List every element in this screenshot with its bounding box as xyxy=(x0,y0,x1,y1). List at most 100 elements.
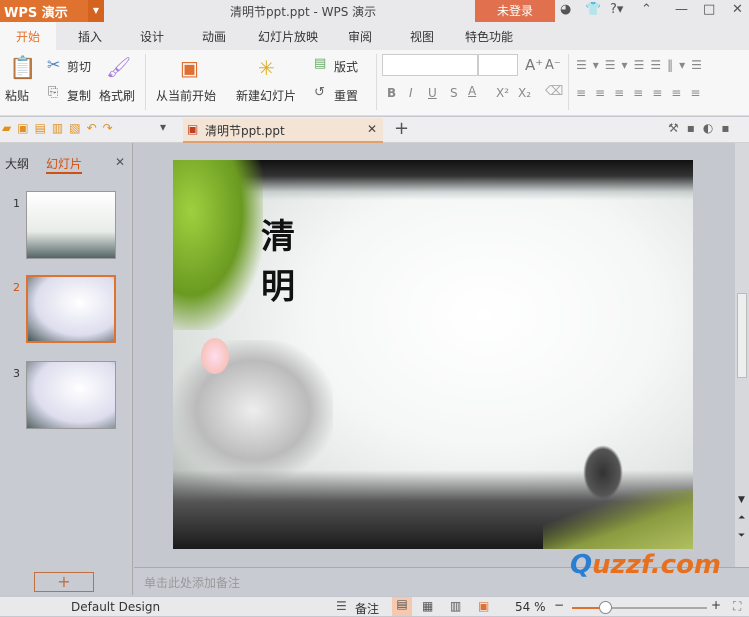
paste-button[interactable]: 粘贴 xyxy=(5,87,29,104)
tab-view[interactable]: 视图 xyxy=(410,28,434,45)
collapse-ribbon-icon[interactable]: ⌃ xyxy=(641,2,652,17)
login-button[interactable]: 未登录 xyxy=(475,0,555,22)
format-painter-button[interactable]: 格式刷 xyxy=(99,87,135,104)
notes-toggle[interactable]: 备注 xyxy=(355,600,379,617)
lotus-bud-image xyxy=(201,338,229,374)
reset-icon: ↺ xyxy=(314,85,325,100)
tab-home[interactable]: 开始 xyxy=(0,22,57,50)
prev-slide-icon[interactable]: ⏶ xyxy=(738,513,745,523)
tab-features[interactable]: 特色功能 xyxy=(465,28,513,45)
minimize-icon[interactable]: — xyxy=(675,2,688,17)
tab-slides[interactable]: 幻灯片 xyxy=(46,155,83,174)
lotus-image xyxy=(173,340,333,480)
right-tool-icons[interactable]: ⚒▪◐▪ xyxy=(668,121,738,135)
font-family-select[interactable] xyxy=(382,54,478,76)
shrink-font-icon[interactable]: A⁻ xyxy=(545,58,561,73)
document-tab-label: 清明节ppt.ppt xyxy=(205,124,285,138)
ppt-file-icon: ▣ xyxy=(187,122,199,136)
ribbon: 📋 粘贴 ✂ 剪切 ⎘ 复制 🖌 格式刷 ▣ 从当前开始 ✳ 新建幻灯片 ▤ 版… xyxy=(0,50,749,116)
title-char: 清 xyxy=(261,217,295,257)
strikethrough-button[interactable]: S xyxy=(450,86,458,100)
add-slide-button[interactable]: + xyxy=(34,572,94,592)
reset-button[interactable]: 重置 xyxy=(334,87,358,104)
clear-format-icon[interactable]: ⌫ xyxy=(545,84,563,99)
tab-design[interactable]: 设计 xyxy=(140,28,164,45)
slide-canvas[interactable]: 清 明 xyxy=(173,160,693,549)
paste-icon[interactable]: 📋 xyxy=(9,56,36,81)
list-icons[interactable]: ☰▾☰▾☰☰‖▾☰ xyxy=(576,58,708,72)
shirt-icon[interactable]: 👕 xyxy=(585,2,601,17)
tab-insert[interactable]: 插入 xyxy=(78,28,102,45)
zoom-level: 54 % xyxy=(515,600,546,614)
help-icon[interactable]: ?▾ xyxy=(610,2,623,17)
close-icon[interactable]: ✕ xyxy=(732,2,743,17)
copy-icon: ⎘ xyxy=(48,85,59,100)
document-tab[interactable]: ▣ 清明节ppt.ppt ✕ xyxy=(183,118,383,143)
app-name: WPS 演示 xyxy=(4,6,68,21)
slide-thumbnail-1[interactable] xyxy=(26,191,116,259)
title-char: 明 xyxy=(261,267,295,307)
reading-view-icon[interactable]: ▥ xyxy=(450,599,461,613)
tab-animation[interactable]: 动画 xyxy=(202,28,226,45)
slide-number: 2 xyxy=(13,281,20,294)
italic-button[interactable]: I xyxy=(409,86,413,100)
slide-sorter-icon[interactable]: ▦ xyxy=(422,599,433,613)
new-tab-icon[interactable]: + xyxy=(394,118,409,139)
copy-button[interactable]: 复制 xyxy=(67,87,91,104)
vertical-scrollbar[interactable]: ▼ ⏶ ⏷ xyxy=(735,143,749,567)
grow-font-icon[interactable]: A⁺ xyxy=(525,56,543,74)
slides-panel: 大纲 幻灯片 ✕ 1 2 3 + xyxy=(0,143,133,595)
chevron-down-icon[interactable]: ▼ xyxy=(88,0,104,22)
title-bar: WPS 演示 ▼ 清明节ppt.ppt - WPS 演示 未登录 ◕ 👕 ?▾ ⌃… xyxy=(0,0,749,22)
ribbon-tabs: 开始 插入 设计 动画 幻灯片放映 审阅 视图 特色功能 xyxy=(0,22,749,50)
zoom-in-icon[interactable]: + xyxy=(711,598,721,612)
watermark-logo: Quzzf.com xyxy=(570,550,722,580)
willow-leaves-image xyxy=(173,160,263,330)
close-tab-icon[interactable]: ✕ xyxy=(367,122,377,136)
font-color-button[interactable]: A xyxy=(468,84,476,98)
app-menu-button[interactable]: WPS 演示 ▼ xyxy=(0,0,104,22)
scrollbar-thumb[interactable] xyxy=(737,293,747,378)
zoom-slider-thumb[interactable] xyxy=(599,601,612,614)
quick-access-icons[interactable]: ▰▣▤▥▧↶↷ xyxy=(2,121,119,135)
ox-rider-image xyxy=(583,445,623,500)
slide-thumbnail-2[interactable] xyxy=(26,275,116,343)
scroll-down-icon[interactable]: ▼ xyxy=(738,495,745,505)
slide-number: 3 xyxy=(13,367,20,380)
window-title: 清明节ppt.ppt - WPS 演示 xyxy=(230,5,377,19)
fit-window-icon[interactable]: ⛶ xyxy=(733,599,741,614)
align-icons[interactable]: ≡≡≡≡≡≡≡ xyxy=(576,86,709,100)
new-slide-button[interactable]: 新建幻灯片 xyxy=(236,87,296,104)
tab-slideshow[interactable]: 幻灯片放映 xyxy=(258,28,318,45)
from-current-button[interactable]: 从当前开始 xyxy=(156,87,216,104)
new-slide-icon: ✳ xyxy=(258,56,275,80)
tab-outline[interactable]: 大纲 xyxy=(5,155,29,172)
skin-icon[interactable]: ◕ xyxy=(560,2,571,17)
slide-title[interactable]: 清 明 xyxy=(261,212,301,312)
close-panel-icon[interactable]: ✕ xyxy=(115,155,125,169)
notes-icon: ☰ xyxy=(336,599,347,613)
zoom-out-icon[interactable]: − xyxy=(554,598,564,612)
scissors-icon: ✂ xyxy=(47,55,61,74)
tab-review[interactable]: 审阅 xyxy=(348,28,372,45)
normal-view-icon[interactable]: ▤ xyxy=(392,597,412,616)
status-bar: Default Design ☰ 备注 ▤ ▦ ▥ ▣ 54 % − + ⛶ xyxy=(0,597,749,616)
layout-button[interactable]: 版式 xyxy=(334,58,358,75)
slideshow-icon[interactable]: ▣ xyxy=(478,599,489,613)
format-painter-icon: 🖌 xyxy=(106,55,132,79)
slideshow-play-icon: ▣ xyxy=(180,56,199,80)
slide-number: 1 xyxy=(13,197,20,210)
next-slide-icon[interactable]: ⏷ xyxy=(738,531,745,541)
superscript-button[interactable]: X² xyxy=(496,86,509,100)
design-name: Default Design xyxy=(71,600,161,614)
slide-thumbnail-3[interactable] xyxy=(26,361,116,429)
customize-dropdown-icon[interactable]: ▾ xyxy=(160,120,166,134)
maximize-icon[interactable]: □ xyxy=(703,2,715,17)
underline-button[interactable]: U xyxy=(428,86,437,100)
subscript-button[interactable]: X₂ xyxy=(518,86,531,100)
bold-button[interactable]: B xyxy=(387,86,396,100)
zoom-slider[interactable] xyxy=(572,601,707,614)
cut-button[interactable]: 剪切 xyxy=(67,58,91,75)
layout-icon: ▤ xyxy=(314,56,327,71)
font-size-select[interactable] xyxy=(478,54,518,76)
